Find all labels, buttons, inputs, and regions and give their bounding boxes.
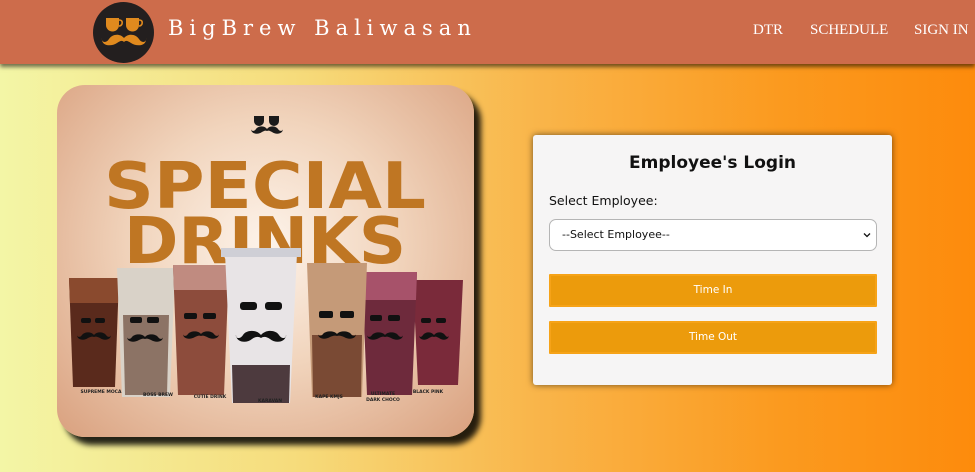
drink-name: CUTIE DRINK	[194, 394, 227, 400]
nav-signin-link[interactable]: SIGN IN	[914, 22, 969, 39]
select-employee-label: Select Employee:	[549, 193, 658, 208]
employee-login-card: Employee's Login Select Employee: --Sele…	[533, 135, 892, 385]
drink-name: KARAVAN	[258, 398, 282, 404]
time-in-button[interactable]: Time In	[549, 274, 877, 307]
drink-name: KAPE KMJS	[315, 394, 343, 400]
mustache-cups-icon	[101, 17, 146, 45]
drink-name: BOSS BREW	[143, 392, 173, 398]
login-title: Employee's Login	[629, 153, 796, 173]
top-navbar: BigBrew Baliwasan DTR SCHEDULE SIGN IN	[0, 0, 975, 64]
nav-schedule-link[interactable]: SCHEDULE	[810, 22, 888, 39]
chevron-down-icon	[863, 233, 871, 238]
special-drinks-promo-image: SPECIAL DRINKS SUPREME MOCA BOSS BREW CU…	[57, 85, 474, 437]
drink-name: ULTIMATE	[371, 391, 395, 397]
time-out-button[interactable]: Time Out	[549, 321, 877, 354]
employee-select-value: --Select Employee--	[562, 228, 670, 241]
mustache-cups-icon	[251, 116, 283, 134]
drink-name: DARK CHOCO	[366, 397, 400, 403]
drink-name: SUPREME MOCA	[81, 389, 122, 395]
drink-name: BLACK PINK	[413, 389, 444, 395]
brand-logo[interactable]	[93, 2, 154, 63]
brand-name: BigBrew Baliwasan	[168, 16, 477, 40]
nav-dtr-link[interactable]: DTR	[753, 22, 783, 39]
employee-select[interactable]: --Select Employee--	[549, 219, 877, 251]
